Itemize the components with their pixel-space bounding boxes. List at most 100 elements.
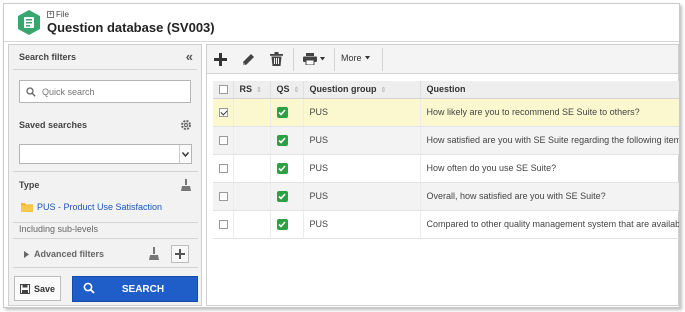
including-sublevels-label[interactable]: Including sub-levels bbox=[19, 224, 98, 234]
type-label: Type bbox=[19, 180, 40, 190]
plus-icon bbox=[175, 249, 185, 259]
filters-title: Search filters bbox=[19, 52, 77, 62]
sort-icon: ⇕ bbox=[380, 87, 387, 95]
question-group-cell: PUS bbox=[303, 126, 421, 155]
app-window: + File Question database (SV003) Search … bbox=[3, 3, 680, 308]
more-menu-button[interactable]: More bbox=[341, 53, 370, 63]
question-cell: How likely are you to recommend SE Suite… bbox=[420, 98, 679, 127]
broom-icon[interactable] bbox=[181, 179, 191, 191]
save-label: Save bbox=[33, 283, 56, 294]
trash-icon bbox=[269, 52, 283, 66]
table-row[interactable]: PUS Overall, how satisfied are you with … bbox=[213, 182, 679, 211]
checkmark-icon bbox=[276, 106, 288, 118]
question-group-cell: PUS bbox=[303, 210, 421, 239]
advanced-filters-toggle[interactable]: Advanced filters bbox=[24, 249, 104, 259]
questions-table: RS ⇕ QS ⇕ Question group ⇕ Question PUS How… bbox=[213, 81, 679, 239]
search-icon bbox=[83, 282, 107, 297]
type-filter-label: PUS - Product Use Satisfaction bbox=[37, 202, 163, 212]
print-button[interactable] bbox=[302, 51, 326, 67]
quick-search-field[interactable] bbox=[19, 80, 191, 103]
divider bbox=[13, 238, 198, 239]
checkmark-icon bbox=[276, 218, 288, 230]
qs-cell bbox=[270, 210, 304, 239]
divider bbox=[13, 69, 197, 70]
advanced-filters-label: Advanced filters bbox=[34, 249, 105, 259]
quick-search-input[interactable] bbox=[42, 86, 182, 97]
page-title: Question database (SV003) bbox=[47, 20, 215, 35]
printer-icon bbox=[303, 53, 317, 65]
more-label: More bbox=[341, 53, 362, 63]
search-button[interactable]: SEARCH bbox=[72, 276, 198, 302]
file-menu[interactable]: + File bbox=[47, 10, 69, 19]
question-group-cell: PUS bbox=[303, 98, 421, 127]
divider bbox=[13, 171, 198, 172]
table-row[interactable]: PUS How often do you use SE Suite? bbox=[213, 154, 679, 183]
question-group-cell: PUS bbox=[303, 182, 421, 211]
checkmark-icon bbox=[276, 190, 288, 202]
row-checkbox[interactable] bbox=[219, 192, 228, 202]
folder-icon bbox=[21, 203, 33, 212]
row-checkbox[interactable] bbox=[219, 136, 228, 146]
column-header-question[interactable]: Question bbox=[420, 81, 679, 99]
edit-button[interactable] bbox=[240, 51, 256, 67]
column-header-question-group[interactable]: Question group ⇕ bbox=[303, 81, 421, 99]
divider bbox=[13, 267, 198, 268]
divider bbox=[13, 222, 198, 223]
rs-cell bbox=[233, 154, 271, 183]
row-checkbox[interactable] bbox=[219, 108, 228, 118]
saved-searches-select[interactable] bbox=[19, 144, 192, 164]
question-group-cell: PUS bbox=[303, 154, 421, 183]
qs-cell bbox=[270, 182, 304, 211]
search-label: SEARCH bbox=[121, 283, 165, 295]
saved-searches-label: Saved searches bbox=[19, 120, 88, 130]
select-all-checkbox[interactable] bbox=[219, 85, 228, 95]
table-row[interactable]: PUS How satisfied are you with SE Suite … bbox=[213, 126, 679, 155]
save-button[interactable]: Save bbox=[14, 276, 61, 301]
rs-cell bbox=[233, 210, 271, 239]
add-button[interactable] bbox=[212, 51, 228, 67]
checkmark-icon bbox=[276, 134, 288, 146]
expand-icon: + bbox=[47, 11, 54, 18]
chevron-down-icon bbox=[364, 56, 370, 60]
table-row[interactable]: PUS Compared to other quality management… bbox=[213, 210, 679, 239]
divider bbox=[382, 48, 383, 71]
plus-icon bbox=[213, 52, 227, 66]
row-checkbox[interactable] bbox=[219, 220, 228, 230]
divider bbox=[334, 48, 335, 71]
qs-cell bbox=[270, 126, 304, 155]
type-filter-item[interactable]: PUS - Product Use Satisfaction bbox=[21, 202, 162, 212]
qs-cell bbox=[270, 154, 304, 183]
pencil-icon bbox=[242, 53, 254, 65]
divider bbox=[293, 48, 294, 71]
rs-cell bbox=[233, 98, 271, 127]
question-cell: How satisfied are you with SE Suite rega… bbox=[420, 126, 679, 155]
floppy-disk-icon bbox=[19, 283, 30, 294]
rs-cell bbox=[233, 182, 271, 211]
chevron-down-icon[interactable] bbox=[179, 145, 191, 163]
sort-icon: ⇕ bbox=[256, 87, 262, 95]
select-all-header[interactable] bbox=[213, 81, 234, 99]
question-cell: Compared to other quality management sys… bbox=[420, 210, 679, 239]
table-row[interactable]: PUS How likely are you to recommend SE S… bbox=[213, 98, 679, 127]
column-header-rs[interactable]: RS ⇕ bbox=[233, 81, 271, 99]
collapse-panel-icon[interactable]: « bbox=[186, 50, 193, 63]
file-menu-label: File bbox=[56, 10, 69, 19]
table-header-row: RS ⇕ QS ⇕ Question group ⇕ Question bbox=[213, 81, 679, 99]
row-checkbox[interactable] bbox=[219, 164, 228, 174]
filters-header: Search filters « bbox=[9, 45, 201, 69]
gear-icon[interactable] bbox=[180, 119, 192, 131]
caret-right-icon bbox=[24, 250, 29, 258]
results-panel: More RS⇕ QS⇕ Question group⇕ Question bbox=[206, 44, 679, 306]
add-filter-button[interactable] bbox=[171, 245, 189, 263]
question-cell: How often do you use SE Suite? bbox=[420, 154, 679, 183]
sort-icon: ⇕ bbox=[293, 87, 300, 95]
toolbar: More bbox=[207, 45, 678, 74]
delete-button[interactable] bbox=[268, 51, 284, 67]
checkmark-icon bbox=[276, 162, 288, 174]
chevron-down-icon bbox=[320, 57, 325, 61]
search-filters-panel: Search filters « Saved searches Type bbox=[8, 44, 202, 306]
search-icon bbox=[26, 86, 36, 97]
column-header-qs[interactable]: QS ⇕ bbox=[270, 81, 304, 99]
app-logo-icon bbox=[18, 10, 40, 35]
broom-icon[interactable] bbox=[149, 247, 159, 260]
